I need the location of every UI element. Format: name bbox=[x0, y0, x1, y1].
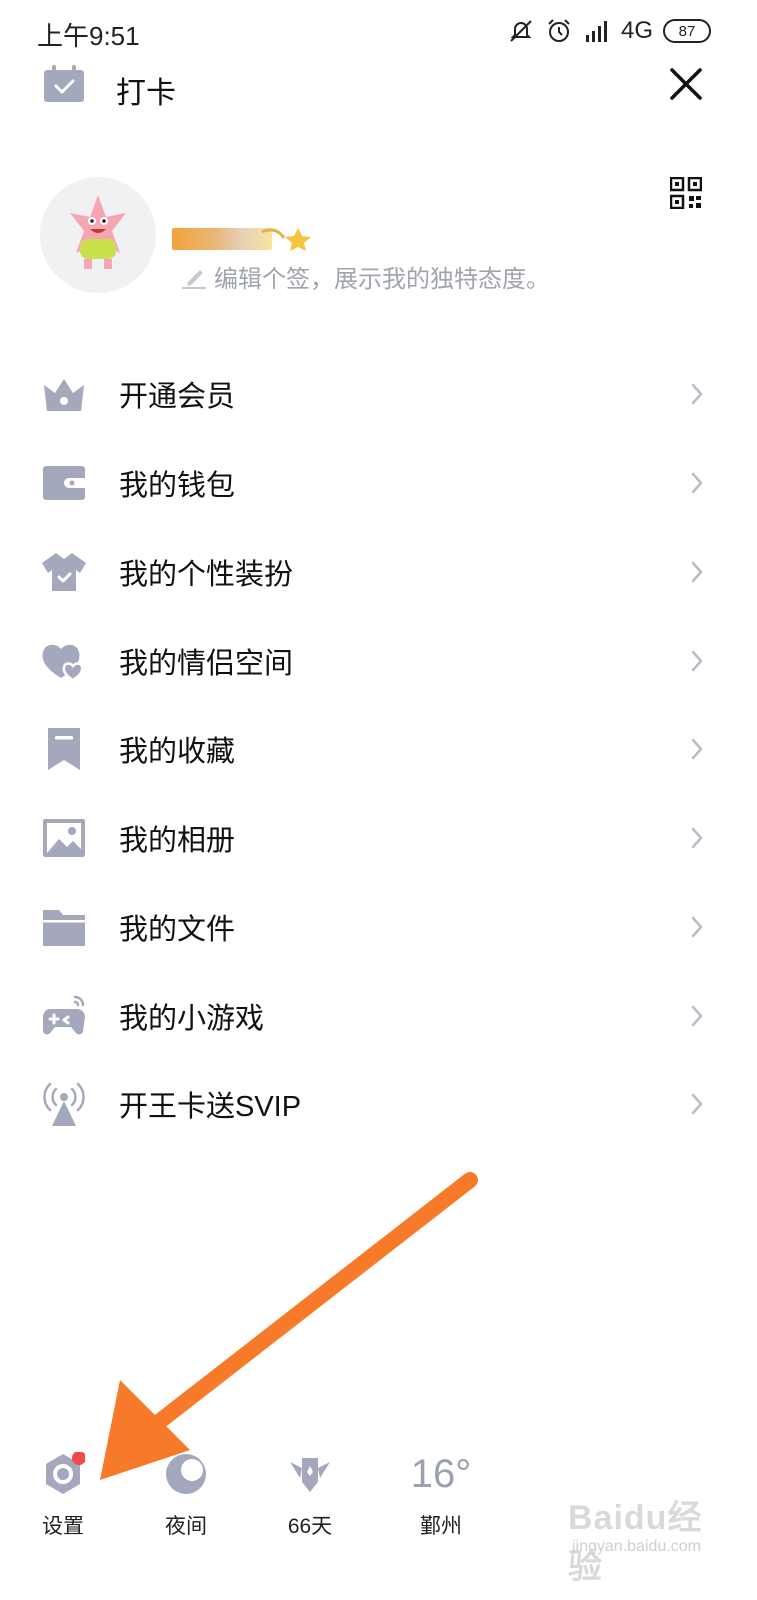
qr-code-icon[interactable] bbox=[670, 177, 702, 209]
gamepad-icon bbox=[42, 995, 85, 1035]
moon-icon bbox=[166, 1454, 206, 1494]
menu-label: 我的情侣空间 bbox=[119, 647, 294, 680]
status-icons: 4G 87 bbox=[507, 16, 711, 46]
menu-label: 开王卡送SVIP bbox=[119, 1091, 302, 1124]
network-type: 4G bbox=[620, 17, 653, 44]
days-badge-button[interactable]: 66天 bbox=[265, 1452, 355, 1552]
menu-label: 我的文件 bbox=[119, 913, 236, 946]
folder-icon bbox=[43, 909, 85, 946]
chevron-right-icon bbox=[691, 561, 703, 583]
side-menu: 开通会员 我的钱包 我的个性装扮 我的情侣空间 我的收藏 我的相册 我的文件 我… bbox=[0, 350, 757, 1149]
menu-item-vip[interactable]: 开通会员 bbox=[0, 350, 757, 439]
close-icon[interactable] bbox=[666, 64, 706, 104]
menu-item-wangka-svip[interactable]: 开王卡送SVIP bbox=[0, 1060, 757, 1149]
signature-placeholder: 编辑个签，展示我的独特态度。 bbox=[214, 265, 550, 293]
crown-icon bbox=[44, 379, 84, 412]
status-time: 上午9:51 bbox=[37, 21, 140, 51]
avatar[interactable] bbox=[40, 177, 156, 293]
settings-icon bbox=[46, 1452, 85, 1494]
chevron-right-icon bbox=[691, 384, 703, 405]
settings-button[interactable]: 设置 bbox=[18, 1452, 108, 1552]
bottom-bar: 设置 夜间 66天 16° 鄞州 bbox=[0, 1440, 757, 1590]
checkin-label[interactable]: 打卡 bbox=[116, 68, 176, 112]
menu-label: 我的相册 bbox=[119, 825, 236, 858]
hearts-icon bbox=[42, 644, 84, 682]
tshirt-icon bbox=[42, 552, 86, 591]
menu-label: 开通会员 bbox=[119, 381, 236, 414]
menu-item-couple-space[interactable]: 我的情侣空间 bbox=[0, 616, 757, 705]
settings-label: 设置 bbox=[42, 1515, 84, 1538]
chevron-right-icon bbox=[691, 650, 703, 671]
signal-icon bbox=[585, 21, 607, 42]
days-label: 66天 bbox=[287, 1515, 333, 1538]
menu-item-album[interactable]: 我的相册 bbox=[0, 794, 757, 883]
menu-label: 我的钱包 bbox=[119, 470, 236, 503]
chevron-right-icon bbox=[691, 916, 703, 938]
chevron-right-icon bbox=[691, 472, 703, 494]
avatar-image bbox=[70, 195, 126, 269]
menu-item-themes[interactable]: 我的个性装扮 bbox=[0, 528, 757, 617]
menu-item-wallet[interactable]: 我的钱包 bbox=[0, 439, 757, 528]
city-label: 鄞州 bbox=[420, 1515, 462, 1538]
menu-item-minigames[interactable]: 我的小游戏 bbox=[0, 971, 757, 1060]
menu-label: 我的个性装扮 bbox=[119, 558, 294, 591]
status-bar: 上午9:51 4G 87 bbox=[0, 0, 757, 60]
menu-item-files[interactable]: 我的文件 bbox=[0, 883, 757, 972]
weather-button[interactable]: 16° 鄞州 bbox=[396, 1452, 486, 1552]
menu-label: 我的小游戏 bbox=[119, 1002, 265, 1035]
night-mode-button[interactable]: 夜间 bbox=[141, 1452, 231, 1552]
signature-edit[interactable]: 编辑个签，展示我的独特态度。 bbox=[180, 259, 550, 293]
alarm-icon bbox=[548, 19, 570, 42]
signal-tower-icon bbox=[43, 1083, 85, 1127]
pen-icon bbox=[182, 270, 206, 289]
menu-label: 我的收藏 bbox=[119, 736, 236, 769]
battery-indicator: 87 bbox=[663, 19, 711, 43]
chevron-right-icon bbox=[691, 1094, 703, 1115]
mute-icon bbox=[510, 20, 532, 42]
chevron-right-icon bbox=[691, 827, 703, 849]
temperature: 16° bbox=[410, 1452, 472, 1496]
photo-icon bbox=[43, 819, 85, 858]
night-label: 夜间 bbox=[165, 1515, 207, 1538]
chevron-right-icon bbox=[691, 1005, 703, 1026]
bookmark-icon bbox=[48, 728, 80, 771]
winged-badge-icon bbox=[290, 1458, 330, 1492]
calendar-check-icon[interactable] bbox=[42, 64, 86, 104]
username-redacted bbox=[172, 228, 311, 251]
chevron-right-icon bbox=[691, 739, 703, 760]
menu-item-favorites[interactable]: 我的收藏 bbox=[0, 705, 757, 794]
wallet-icon bbox=[43, 466, 85, 501]
